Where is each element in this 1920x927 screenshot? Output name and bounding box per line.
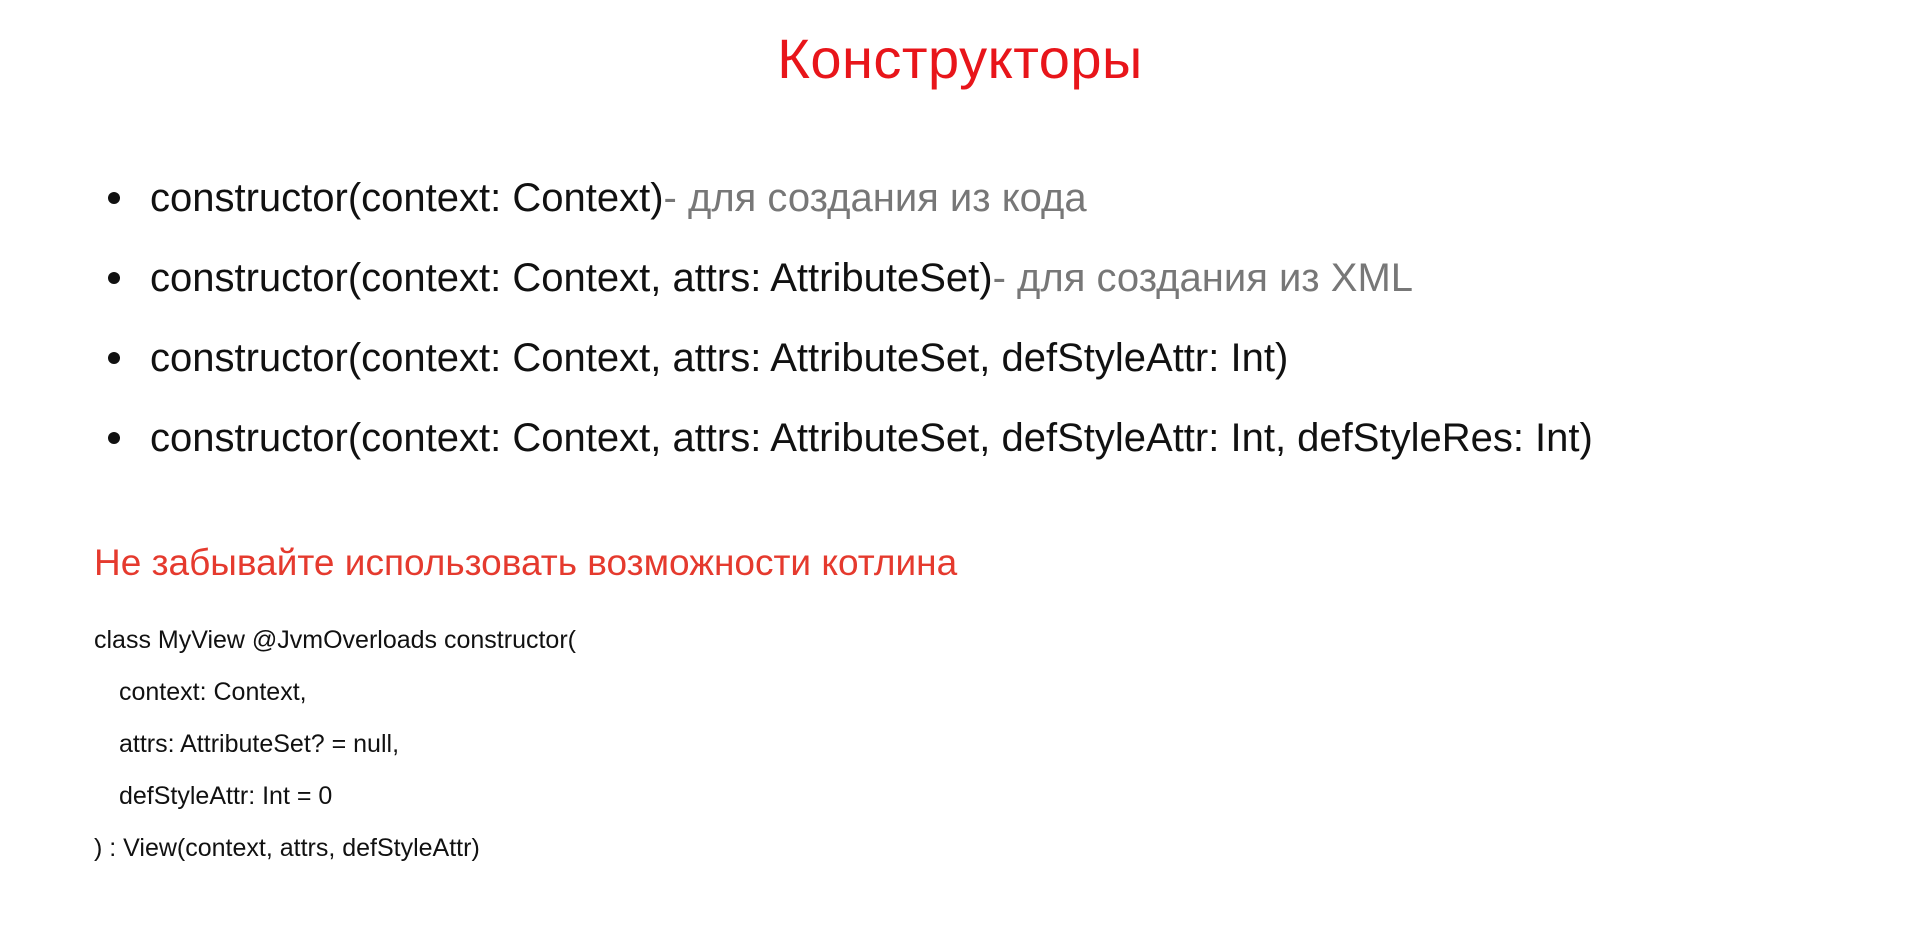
slide-title: Конструкторы: [777, 27, 1143, 90]
constructor-list-item: constructor(context: Context, attrs: Att…: [108, 398, 1868, 478]
constructor-list-item: constructor(context: Context, attrs: Att…: [108, 238, 1868, 318]
constructor-note: - для создания из XML: [992, 256, 1414, 300]
constructor-signature: constructor(context: Context, attrs: Att…: [150, 416, 1593, 460]
code-line: class MyView @JvmOverloads constructor(: [94, 626, 576, 654]
kotlin-features-heading: Не забывайте использовать возможности ко…: [94, 542, 958, 583]
code-line: defStyleAttr: Int = 0: [119, 782, 333, 810]
constructor-list: constructor(context: Context) - для созд…: [108, 158, 1868, 478]
constructor-signature: constructor(context: Context, attrs: Att…: [150, 336, 1289, 380]
code-line: ) : View(context, attrs, defStyleAttr): [94, 834, 480, 862]
constructor-list-item: constructor(context: Context, attrs: Att…: [108, 318, 1868, 398]
bullet-dot-icon: [108, 432, 120, 444]
code-line: attrs: AttributeSet? = null,: [119, 730, 400, 758]
bullet-dot-icon: [108, 272, 120, 284]
constructor-signature: constructor(context: Context): [150, 176, 664, 220]
constructor-note: - для создания из кода: [663, 176, 1087, 220]
bullet-dot-icon: [108, 352, 120, 364]
slide: Конструкторы constructor(context: Contex…: [0, 0, 1920, 927]
constructor-list-item: constructor(context: Context) - для созд…: [108, 158, 1868, 238]
code-line: context: Context,: [119, 678, 307, 706]
constructor-signature: constructor(context: Context, attrs: Att…: [150, 256, 993, 300]
code-snippet: class MyView @JvmOverloads constructor( …: [94, 614, 576, 874]
bullet-dot-icon: [108, 192, 120, 204]
